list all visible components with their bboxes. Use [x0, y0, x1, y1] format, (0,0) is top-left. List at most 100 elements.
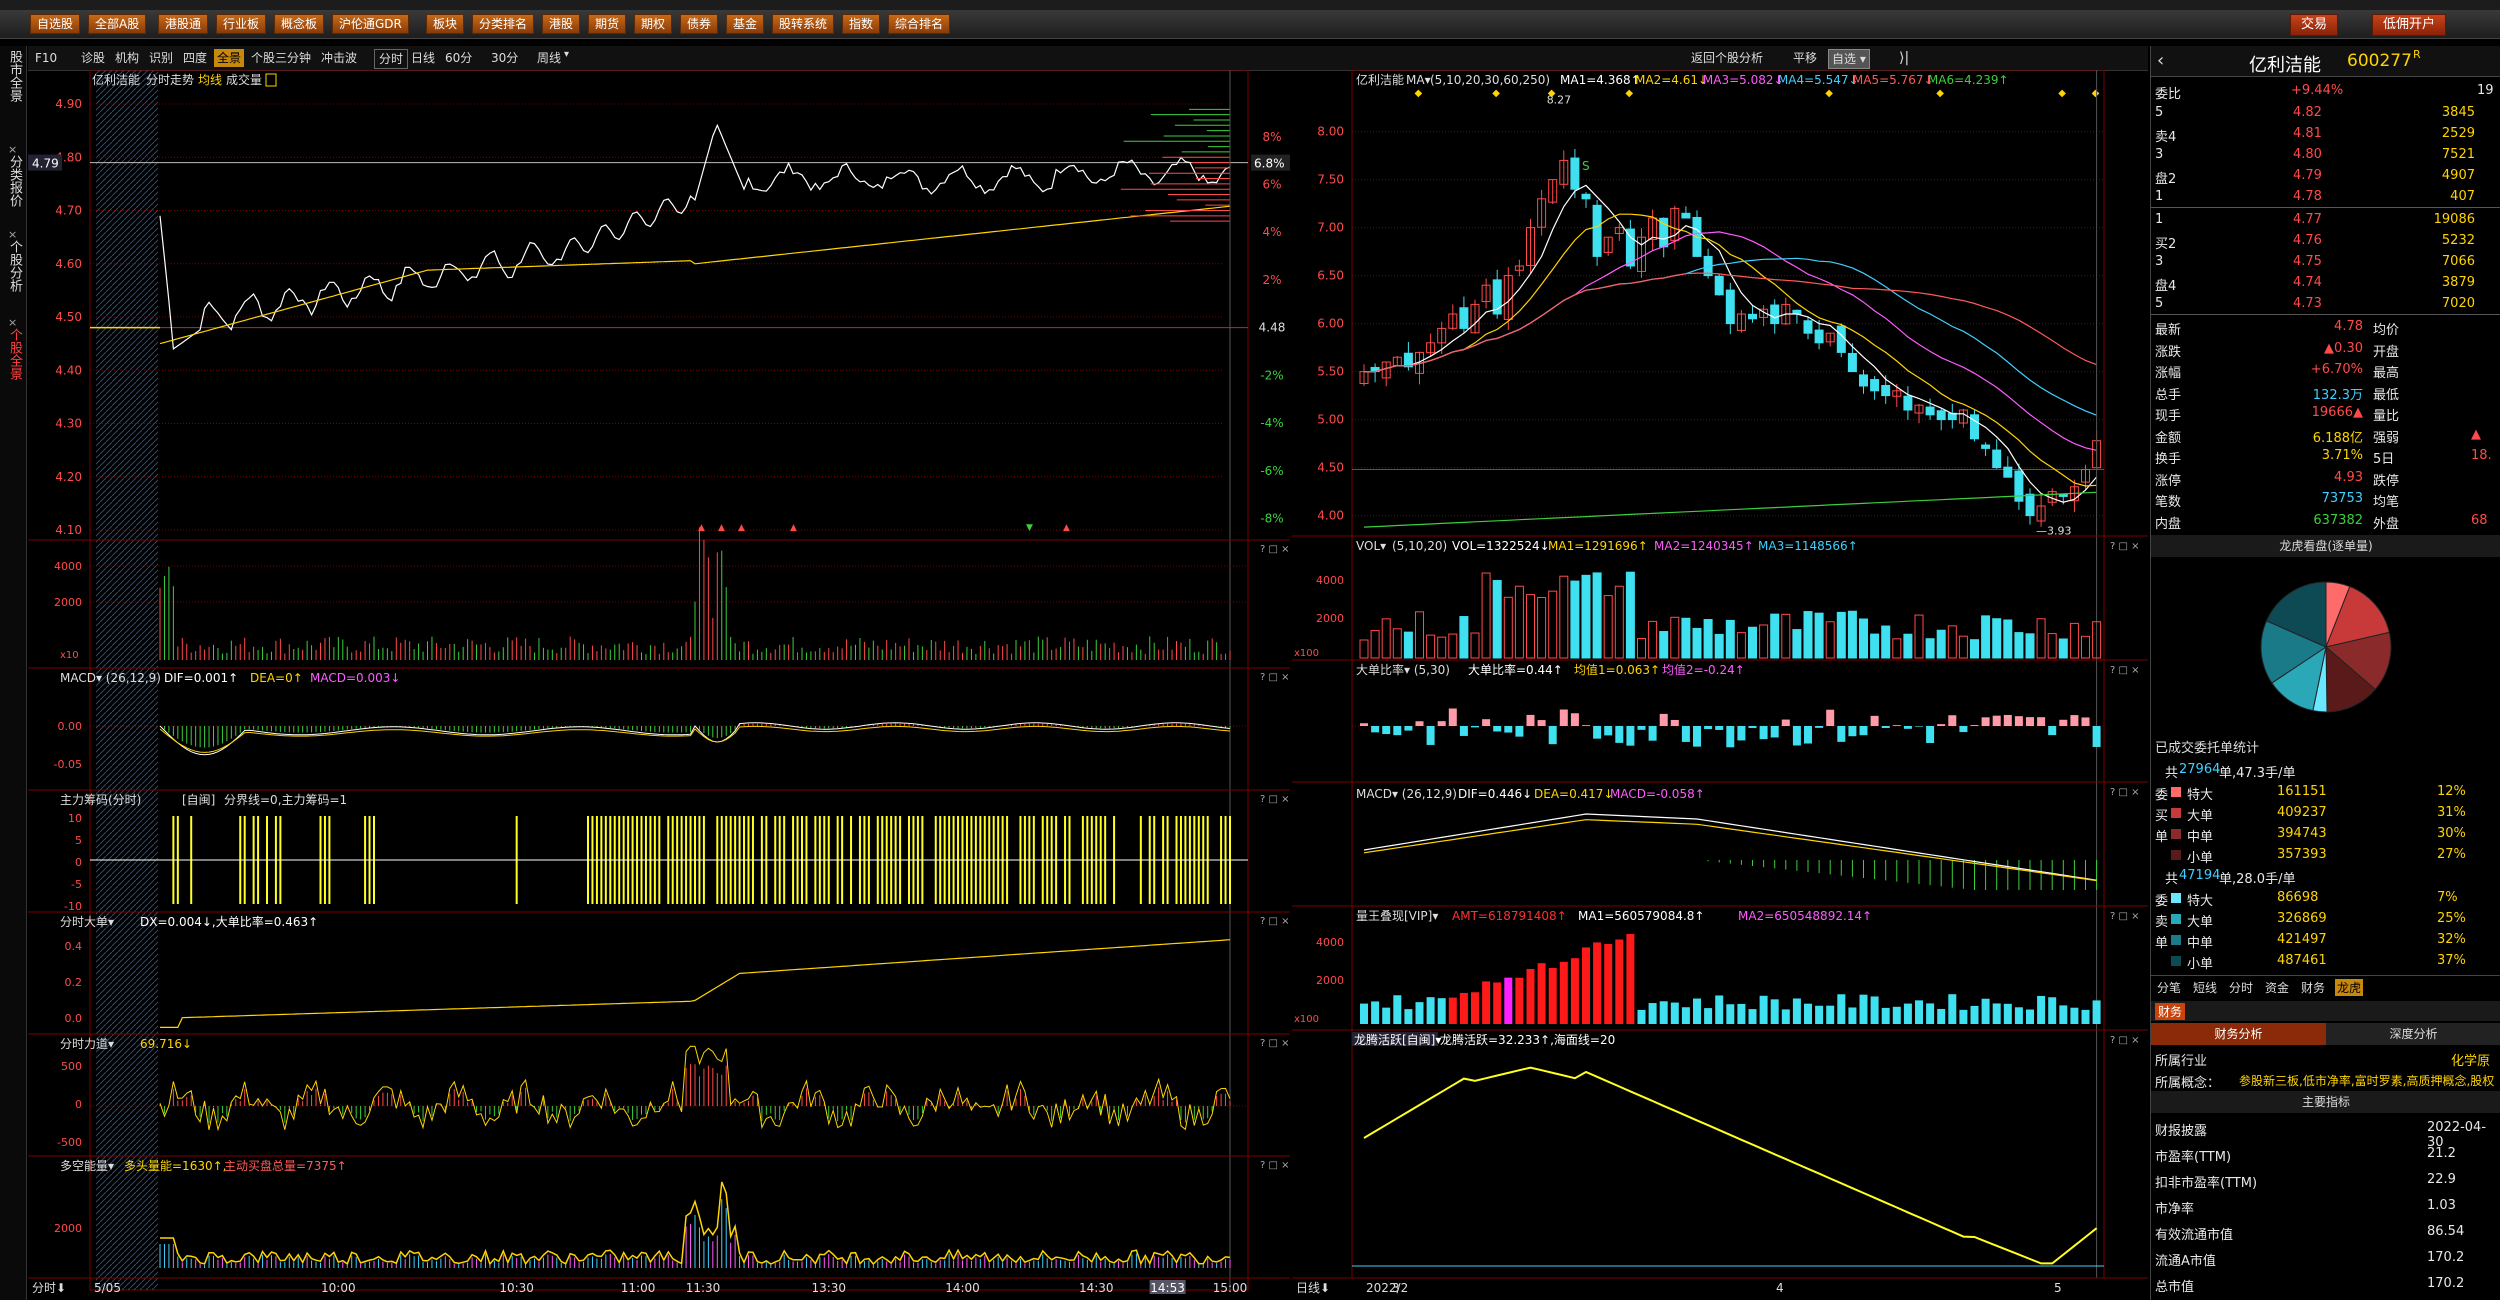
fin-value: 170.2 — [2427, 1250, 2465, 1265]
menu-button-14[interactable]: 指数 — [842, 14, 881, 34]
macd-tick: 0.00 — [58, 720, 83, 733]
menu-button-6[interactable]: 板块 — [426, 14, 465, 34]
vol-bar — [1448, 633, 1458, 659]
menu-button-8[interactable]: 港股 — [542, 14, 581, 34]
buy-level-0-label: 1 — [2155, 212, 2164, 227]
vol-t2: MA1=1291696↑ — [1548, 539, 1648, 553]
tab-1[interactable]: 诊股 — [78, 49, 108, 67]
tab-2[interactable]: 机构 — [112, 49, 142, 67]
tab-10[interactable]: 60分 — [442, 49, 475, 67]
close-icon[interactable]: × — [8, 143, 17, 156]
ddbl-bar — [2070, 715, 2079, 726]
lwdx-bar — [1948, 994, 1957, 1024]
close-icon[interactable]: × — [8, 316, 17, 329]
tab-9[interactable]: 日线 — [408, 49, 438, 67]
tab-7[interactable]: 冲击波 — [318, 49, 360, 67]
right-button-1[interactable]: 低佣开户 — [2372, 14, 2447, 36]
buy-level-4-label: 5 — [2155, 296, 2164, 311]
menu-button-9[interactable]: 期货 — [588, 14, 627, 34]
vol-bar — [1914, 614, 1924, 659]
buy-row-2: 单 中单 394743 30% — [2151, 823, 2500, 845]
vol-bar — [1592, 572, 1602, 659]
candle-body — [1581, 193, 1591, 200]
ddbl-bar — [1704, 726, 1713, 730]
menu-button-5[interactable]: 沪伦通GDR — [332, 14, 409, 34]
ddbl-bar — [1970, 725, 1979, 726]
tab-8[interactable]: 分时 — [374, 49, 409, 69]
fin-head-right[interactable]: 深度分析 — [2326, 1023, 2500, 1045]
candle-body — [1748, 313, 1757, 320]
tab-3[interactable]: 识别 — [146, 49, 176, 67]
buy-level-0-price: 4.77 — [2293, 212, 2322, 227]
sell-level-3-price: 4.79 — [2293, 168, 2322, 183]
stat-value: 3.71% — [2321, 448, 2363, 463]
menu-button-15[interactable]: 综合排名 — [888, 14, 951, 34]
ma-value-2: MA3=5.082↓ — [1703, 73, 1784, 87]
menu-button-3[interactable]: 行业板 — [216, 14, 267, 34]
candle-body — [1725, 289, 1735, 325]
buy-pct: 30% — [2437, 826, 2466, 841]
left-tab-1[interactable]: 分类报价 — [2, 155, 22, 207]
bottom-tab-2[interactable]: 分时 — [2227, 979, 2255, 996]
menu-button-13[interactable]: 股转系统 — [772, 14, 835, 34]
vol-t4: MA3=1148566↑ — [1758, 539, 1858, 553]
tab-11[interactable]: 30分 — [488, 49, 521, 67]
vol-bar — [1881, 625, 1891, 659]
tab-4[interactable]: 四度 — [180, 49, 210, 67]
fin-tab[interactable]: 财务 — [2155, 1003, 2186, 1020]
lwdx-bar — [1504, 977, 1513, 1024]
stat-row: 笔数 73753 均笔 — [2151, 488, 2500, 510]
tab-right-2[interactable]: 自选 ▾ — [1828, 49, 1870, 69]
bottom-tab-5[interactable]: 龙虎 — [2335, 979, 2364, 996]
bottom-tab-0[interactable]: 分笔 — [2155, 979, 2183, 996]
menu-button-2[interactable]: 港股通 — [158, 14, 209, 34]
menu-button-7[interactable]: 分类排名 — [472, 14, 535, 34]
vol-bar — [1725, 619, 1735, 659]
menu-button-4[interactable]: 概念板 — [274, 14, 325, 34]
collapse-icon[interactable]: ⟩| — [1896, 49, 1912, 67]
bottom-tab-4[interactable]: 财务 — [2299, 979, 2327, 996]
low-label: —3.93 — [2036, 524, 2072, 537]
right-button-0[interactable]: 交易 — [2290, 14, 2339, 36]
tab-right-1[interactable]: 平移 — [1790, 49, 1820, 67]
lwdx-bar — [1559, 961, 1568, 1024]
ddbl-bar — [1637, 726, 1646, 730]
close-icon[interactable]: × — [8, 228, 17, 241]
sell-volume: 326869 — [2277, 911, 2327, 926]
menu-button-1[interactable]: 全部A股 — [88, 14, 147, 34]
fin-label: 有效流通市值 — [2155, 1228, 2234, 1243]
sell-swatch — [2171, 935, 2181, 945]
left-tab-3[interactable]: 个股全景 — [2, 328, 22, 380]
fsdd-line — [160, 939, 1231, 1028]
tab-0[interactable]: F10 — [32, 49, 60, 67]
tab-5[interactable]: 全景 — [214, 49, 245, 67]
menu-button-11[interactable]: 债券 — [680, 14, 719, 34]
menu-button-12[interactable]: 基金 — [726, 14, 765, 34]
left-tab-2[interactable]: 个股分析 — [2, 240, 22, 292]
time-tick: 14:00 — [945, 1281, 980, 1295]
left-tab-0[interactable]: 股市全景 — [2, 50, 22, 102]
fin-head-left[interactable]: 财务分析 — [2151, 1023, 2326, 1045]
buy-level-0-volume: 19086 — [2433, 212, 2475, 227]
vol-bar — [1637, 637, 1646, 659]
tab-6[interactable]: 个股三分钟 — [248, 49, 314, 67]
sell-level-3-volume: 4907 — [2441, 168, 2475, 183]
stat-value: 132.3万 — [2312, 387, 2363, 403]
tab-right-0[interactable]: 返回个股分析 — [1688, 49, 1766, 67]
panel-controls: ? □ × — [2110, 541, 2140, 552]
chevron-down-icon[interactable]: ▾ — [564, 49, 569, 60]
event-marker: ◆ — [1825, 88, 1833, 99]
bottom-tab-3[interactable]: 资金 — [2263, 979, 2291, 996]
stat-label-2: 均笔 — [2373, 495, 2400, 510]
back-chevron-icon[interactable]: ‹ — [2157, 50, 2164, 71]
ddbl-bar — [2059, 719, 2068, 726]
bottom-tab-1[interactable]: 短线 — [2191, 979, 2219, 996]
vol-bar — [1570, 580, 1580, 659]
menu-button-0[interactable]: 自选股 — [30, 14, 81, 34]
tab-12[interactable]: 周线 — [534, 49, 564, 67]
stat-row: 涨停 4.93 跌停 — [2151, 467, 2500, 489]
panel-controls: ? □ × — [1260, 544, 1290, 555]
ddbl-bar — [1881, 726, 1890, 729]
menu-button-10[interactable]: 期权 — [634, 14, 673, 34]
daily-dea-line — [1363, 819, 2097, 882]
